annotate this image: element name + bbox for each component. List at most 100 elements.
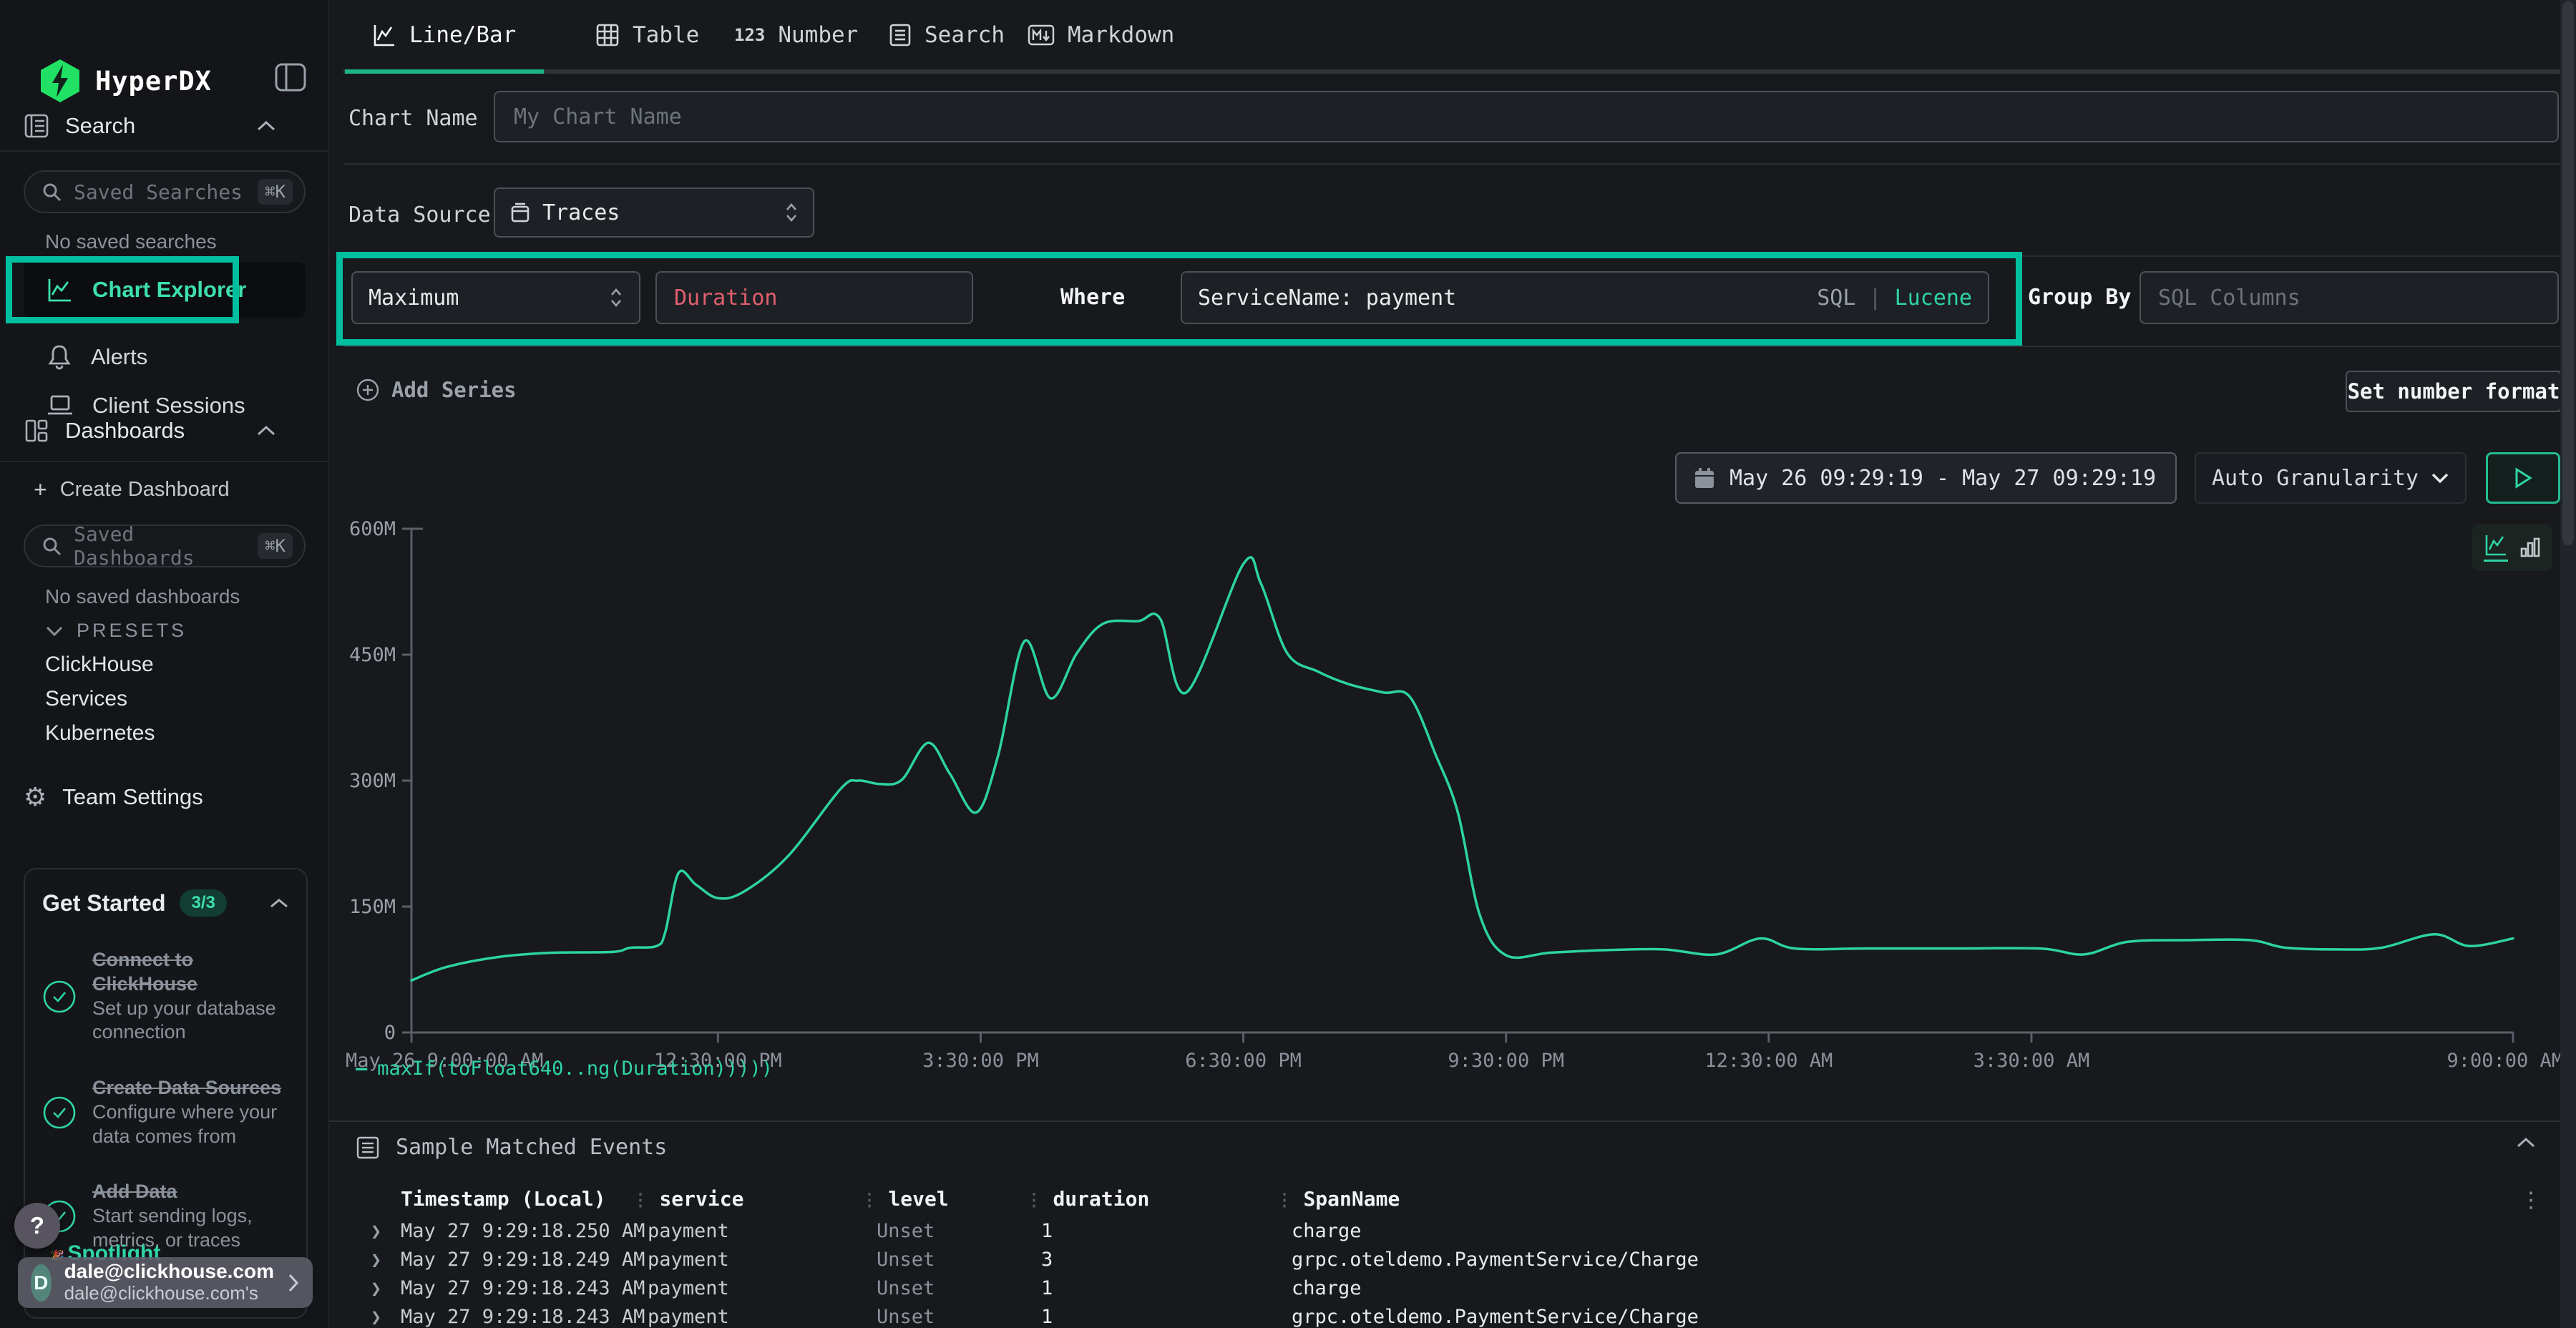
get-started-item[interactable]: Connect to ClickHouseSet up your databas… — [42, 948, 289, 1045]
set-number-format-button[interactable]: Set number format — [2346, 371, 2562, 412]
page-scrollbar[interactable] — [2560, 0, 2576, 1328]
main-content: Line/Bar Table 123 Number Search Markdow… — [329, 0, 2576, 1328]
dashboards-icon — [24, 418, 49, 444]
group-by-input[interactable]: SQL Columns — [2140, 271, 2559, 324]
lucene-toggle[interactable]: Lucene — [1895, 285, 1972, 311]
cell-spanname: charge — [1292, 1220, 2494, 1242]
chart-name-label: Chart Name — [348, 106, 478, 131]
date-range-picker[interactable]: May 26 09:29:19 - May 27 09:29:19 — [1675, 452, 2177, 504]
create-dashboard-label: Create Dashboard — [60, 478, 230, 502]
svg-text:9:00:00 AM: 9:00:00 AM — [2446, 1050, 2563, 1072]
saved-dashboards-input[interactable]: Saved Dashboards ⌘K — [24, 524, 306, 567]
add-series-button[interactable]: Add Series — [356, 378, 517, 402]
sidebar-item-alerts[interactable]: Alerts — [24, 329, 306, 385]
metric-field-input[interactable]: Duration — [655, 271, 973, 324]
expand-row-icon[interactable]: ❯ — [329, 1221, 401, 1241]
logo[interactable]: HyperDX — [39, 59, 212, 103]
svg-text:600M: 600M — [349, 518, 396, 540]
presets-toggle[interactable]: PRESETS — [45, 620, 187, 642]
create-dashboard-button[interactable]: + Create Dashboard — [34, 477, 230, 503]
group-by-label: Group By — [2028, 285, 2132, 310]
svg-text:3:30:00 PM: 3:30:00 PM — [922, 1050, 1039, 1072]
where-input[interactable]: ServiceName: payment SQL | Lucene — [1181, 271, 1989, 324]
event-row[interactable]: ❯May 27 9:29:18.250 AMpaymentUnset1charg… — [329, 1216, 2576, 1245]
table-options-kebab-icon[interactable]: ⋮ — [2520, 1188, 2542, 1213]
event-row[interactable]: ❯May 27 9:29:18.243 AMpaymentUnset1grpc.… — [329, 1302, 2576, 1328]
timeseries-chart[interactable]: 0150M300M450M600MMay 26 9:00:00 AM12:30:… — [394, 519, 2576, 1084]
saved-searches-input[interactable]: Saved Searches ⌘K — [24, 170, 306, 213]
chevron-up-icon — [255, 119, 277, 132]
column-header[interactable]: ⋮ level — [877, 1187, 1041, 1211]
cell-level: Unset — [877, 1220, 1041, 1242]
expand-row-icon[interactable]: ❯ — [329, 1307, 401, 1327]
user-menu[interactable]: D dale@clickhouse.com dale@clickhouse.co… — [18, 1257, 313, 1308]
gear-icon: ⚙ — [24, 784, 47, 810]
sql-toggle[interactable]: SQL — [1817, 285, 1855, 311]
list-icon — [356, 1136, 380, 1160]
column-drag-icon[interactable]: ⋮ — [632, 1190, 659, 1210]
hyperdx-logo-icon — [39, 59, 81, 103]
laptop-icon — [47, 394, 74, 418]
tab-table[interactable]: Table — [595, 0, 699, 69]
help-button[interactable]: ? — [14, 1203, 60, 1249]
column-drag-icon[interactable]: ⋮ — [1276, 1190, 1303, 1210]
get-started-item-subtitle: Configure where your data comes from — [92, 1101, 277, 1147]
svg-text:9:30:00 PM: 9:30:00 PM — [1448, 1050, 1564, 1072]
dashboards-section-label: Dashboards — [65, 418, 185, 444]
aggregation-select[interactable]: Maximum — [351, 271, 640, 324]
search-list-icon — [889, 23, 912, 47]
tab-number[interactable]: 123 Number — [734, 0, 858, 69]
calendar-icon — [1694, 467, 1715, 489]
chevron-up-icon[interactable] — [269, 897, 289, 909]
cell-timestamp: May 27 9:29:18.243 AM — [401, 1306, 648, 1328]
column-header[interactable]: Timestamp (Local) — [401, 1187, 648, 1211]
collapse-events-icon[interactable] — [2515, 1136, 2537, 1149]
scrollbar-thumb[interactable] — [2562, 1, 2574, 545]
get-started-title: Get Started — [42, 890, 165, 917]
no-saved-searches-text: No saved searches — [45, 230, 217, 253]
cell-service: payment — [648, 1306, 877, 1328]
run-query-button[interactable] — [2486, 452, 2560, 504]
chevron-down-icon — [45, 625, 64, 637]
get-started-item-title: Connect to ClickHouse — [92, 948, 289, 997]
sidebar-item-team-settings[interactable]: ⚙ Team Settings — [24, 784, 306, 810]
check-circle-icon — [42, 1095, 77, 1130]
sample-events-header: Sample Matched Events — [356, 1135, 667, 1160]
collapse-sidebar-icon[interactable] — [275, 63, 306, 92]
column-drag-icon[interactable]: ⋮ — [1025, 1190, 1053, 1210]
sidebar-item-label: Client Sessions — [92, 393, 245, 419]
sample-events-title: Sample Matched Events — [396, 1135, 667, 1160]
expand-row-icon[interactable]: ❯ — [329, 1278, 401, 1299]
tab-line-bar[interactable]: Line/Bar — [372, 0, 516, 69]
get-started-item-subtitle: Set up your database connection — [92, 997, 276, 1043]
tab-search[interactable]: Search — [889, 0, 1005, 69]
tab-markdown[interactable]: Markdown — [1028, 0, 1174, 69]
plus-icon: + — [34, 477, 47, 503]
data-source-label: Data Source — [348, 202, 491, 228]
event-row[interactable]: ❯May 27 9:29:18.249 AMpaymentUnset3grpc.… — [329, 1245, 2576, 1274]
bell-icon — [47, 343, 72, 371]
data-source-select[interactable]: Traces — [494, 187, 814, 238]
sidebar-preset-clickhouse[interactable]: ClickHouse — [45, 653, 154, 677]
sidebar-preset-services[interactable]: Services — [45, 687, 127, 711]
no-saved-dashboards-text: No saved dashboards — [45, 585, 240, 608]
chart-name-input[interactable]: My Chart Name — [494, 91, 2559, 142]
event-row[interactable]: ❯May 27 9:29:18.243 AMpaymentUnset1charg… — [329, 1274, 2576, 1302]
cell-level: Unset — [877, 1249, 1041, 1271]
search-icon — [41, 535, 62, 557]
granularity-select[interactable]: Auto Granularity — [2195, 452, 2467, 504]
chevron-up-icon — [255, 424, 277, 437]
cell-duration: 3 — [1041, 1249, 1292, 1271]
column-header[interactable]: ⋮ duration — [1041, 1187, 1292, 1211]
sidebar-item-chart-explorer[interactable]: Chart Explorer — [24, 262, 306, 318]
column-header[interactable]: ⋮ service — [648, 1187, 877, 1211]
column-header[interactable]: ⋮ SpanName — [1292, 1187, 2494, 1211]
chart-name-placeholder: My Chart Name — [514, 104, 682, 130]
expand-row-icon[interactable]: ❯ — [329, 1249, 401, 1270]
column-drag-icon[interactable]: ⋮ — [861, 1190, 888, 1210]
sidebar-section-dashboards[interactable]: Dashboards — [24, 418, 306, 444]
sidebar-preset-kubernetes[interactable]: Kubernetes — [45, 721, 155, 746]
sidebar-section-search[interactable]: Search — [24, 113, 306, 139]
cell-spanname: grpc.oteldemo.PaymentService/Charge — [1292, 1249, 2494, 1271]
get-started-item[interactable]: Create Data SourcesConfigure where your … — [42, 1076, 289, 1148]
